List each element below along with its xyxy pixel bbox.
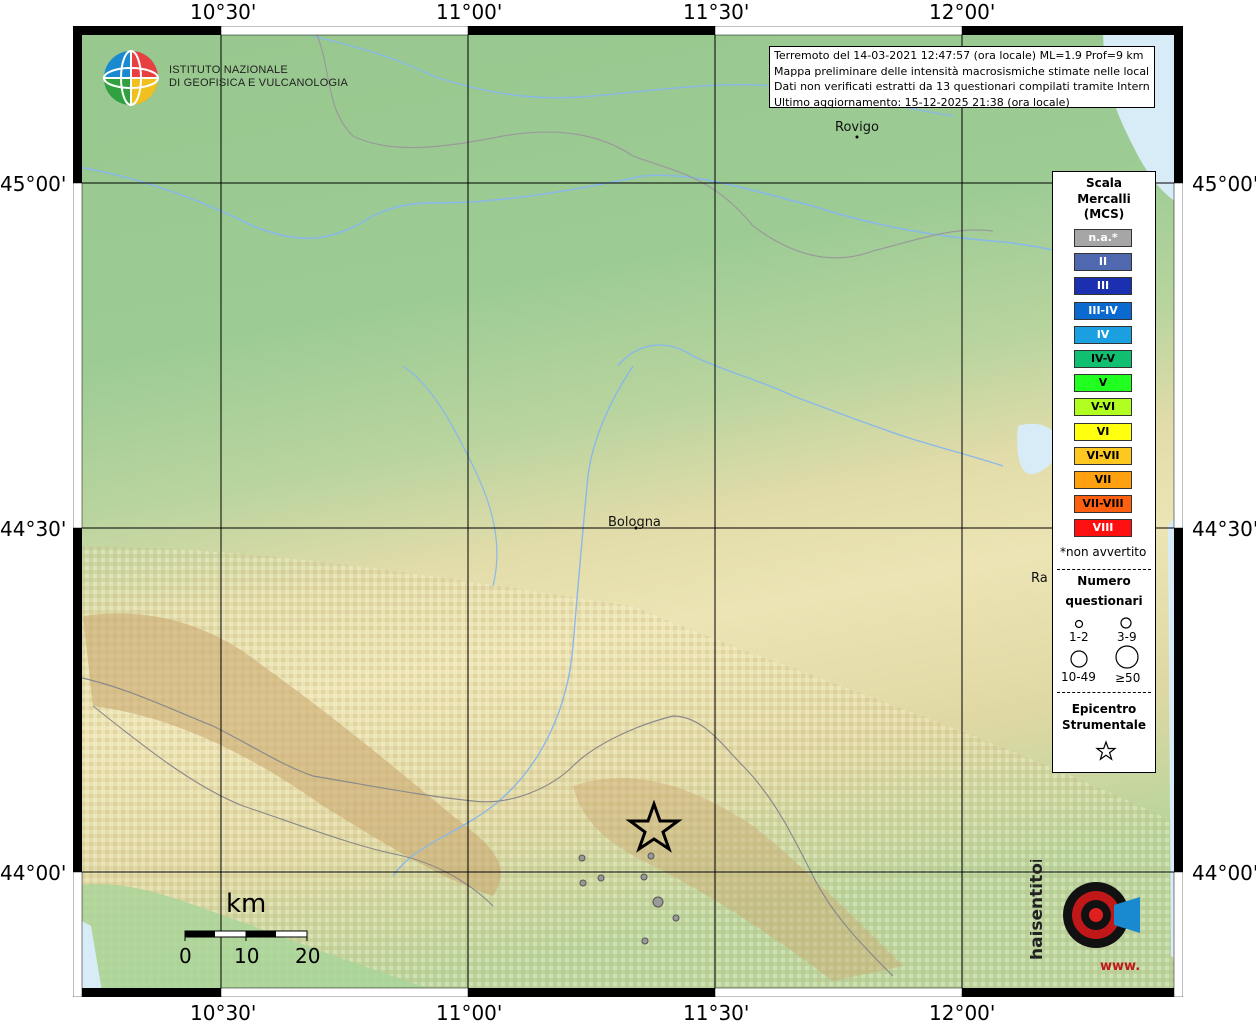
legend-epicentre-star-icon: [1095, 740, 1117, 761]
count-circle-50: [1115, 645, 1139, 669]
felt-report-point: [647, 852, 655, 860]
ingv-logo-globe: [103, 50, 159, 106]
legend-count-title1: Numero: [1077, 574, 1131, 588]
legend-count-title2: questionari: [1065, 594, 1143, 608]
count-label-3-9: 3-9: [1117, 630, 1137, 644]
felt-report-point: [652, 896, 664, 908]
top-lon-label-1030: 10°30': [190, 0, 257, 24]
ingv-logo-text: ISTITUTO NAZIONALE DI GEOFISICA E VULCAN…: [169, 64, 348, 90]
haisentito-badge: haisentitoilterremoto.it www.: [1030, 860, 1140, 974]
legend-title-line2: Mercalli: [1077, 191, 1131, 206]
city-label-rovigo: Rovigo: [835, 120, 879, 135]
haisentito-badge-text: haisentitoilterremoto.it: [1030, 860, 1047, 960]
right-lat-label-4400: 44°00': [1192, 861, 1256, 885]
scalebar-unit: km: [226, 889, 267, 919]
count-label-10-49: 10-49: [1061, 670, 1096, 684]
city-label-ravenna: Ra: [1031, 571, 1048, 586]
top-lon-label-1130: 11°30': [683, 0, 750, 24]
scalebar-tick-20: 20: [295, 944, 321, 968]
felt-report-point: [579, 879, 587, 887]
bottom-lon-label-1100: 11°00': [436, 1001, 503, 1025]
left-lat-label-4400: 44°00': [0, 861, 67, 885]
top-lon-label-1100: 11°00': [436, 0, 503, 24]
right-lat-label-4430: 44°30': [1192, 517, 1256, 541]
felt-report-point: [578, 854, 586, 862]
mcs-scale-item: III-IV: [1074, 301, 1132, 320]
terrain-map: [73, 26, 1183, 997]
legend-separator-1: [1057, 569, 1151, 570]
legend-epicentre-title1: Epicentro: [1071, 702, 1137, 716]
event-info-line4: Ultimo aggiornamento: 15-12-2025 21:38 (…: [774, 95, 1070, 109]
legend-title-line3: (MCS): [1083, 207, 1125, 221]
macroseismic-map: [73, 26, 1183, 997]
left-lat-label-4430: 44°30': [0, 517, 67, 541]
mcs-scale-item: IV-V: [1074, 350, 1132, 368]
event-info-line1: Terremoto del 14-03-2021 12:47:57 (ora l…: [774, 49, 1144, 62]
left-lat-label-4500: 45°00': [0, 172, 67, 196]
mcs-scale-item: VI: [1074, 422, 1132, 441]
event-info-box: Terremoto del 14-03-2021 12:47:57 (ora l…: [769, 46, 1155, 109]
felt-report-point: [640, 873, 648, 881]
mcs-scale-item: VIII: [1074, 519, 1132, 538]
scalebar-tick-0: 0: [179, 944, 192, 968]
count-label-50: ≥50: [1115, 671, 1141, 685]
scalebar: [184, 930, 308, 941]
count-circle-3-9: [1120, 617, 1132, 629]
city-marker-rovigo: [855, 135, 859, 139]
legend-title-line1: Scala: [1085, 176, 1123, 190]
mcs-scale-item: IV: [1074, 325, 1132, 344]
felt-report-point: [641, 937, 649, 945]
city-label-bologna: Bologna: [608, 515, 661, 530]
mcs-scale-item: VII: [1074, 471, 1132, 489]
mcs-scale-item: n.a.*: [1074, 229, 1132, 247]
mcs-scale-item: V-VI: [1074, 398, 1132, 417]
ingv-logo-line1: ISTITUTO NAZIONALE: [169, 64, 288, 76]
mcs-scale-item: VI-VII: [1074, 446, 1132, 465]
count-circle-1-2: [1074, 619, 1084, 629]
mcs-scale-item: VII-VIII: [1074, 495, 1132, 514]
bottom-lon-label-1130: 11°30': [683, 1001, 750, 1025]
bottom-lon-label-1030: 10°30': [190, 1001, 257, 1025]
bottom-lon-label-1200: 12°00': [929, 1001, 996, 1025]
mcs-scale-item: II: [1074, 253, 1132, 272]
event-info-line3: Dati non verificati estratti da 13 quest…: [774, 80, 1150, 93]
legend-not-felt-note: *non avvertito: [1060, 545, 1147, 559]
top-lon-label-1200: 12°00': [929, 0, 996, 24]
ingv-logo-line2: DI GEOFISICA E VULCANOLOGIA: [169, 77, 348, 89]
mcs-legend: Scala Mercalli (MCS) n.a.* II III III-IV IV I…: [1052, 171, 1156, 773]
count-circle-10-49: [1070, 650, 1088, 668]
felt-report-point: [597, 874, 605, 882]
legend-separator-2: [1057, 692, 1151, 693]
count-label-1-2: 1-2: [1069, 630, 1089, 644]
legend-epicentre-title2: Strumentale: [1061, 718, 1147, 732]
mcs-scale-item: V: [1074, 374, 1132, 393]
right-lat-label-4500: 45°00': [1192, 172, 1256, 196]
mcs-scale-item: III: [1074, 277, 1132, 296]
event-info-line2: Mappa preliminare delle intensità macros…: [774, 64, 1150, 78]
felt-report-point: [672, 914, 680, 922]
scalebar-tick-10: 10: [234, 944, 260, 968]
haisentito-badge-www: www.: [1100, 959, 1140, 974]
